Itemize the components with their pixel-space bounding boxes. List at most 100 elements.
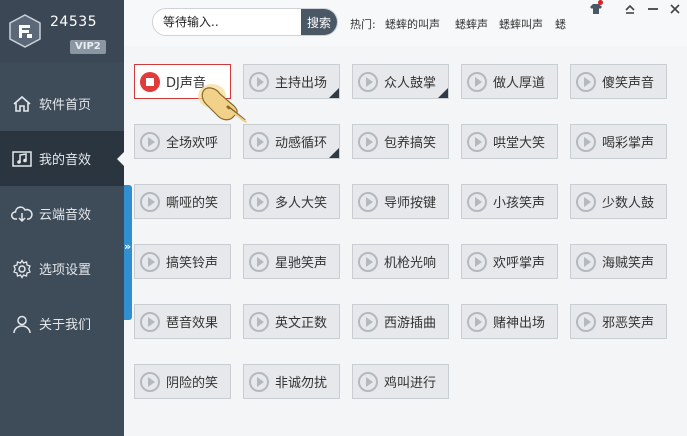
search-input[interactable] [153,9,305,35]
sound-button-label: 小孩笑声 [493,196,546,211]
sound-button[interactable]: 琶音效果 [134,304,231,339]
corner-marker-icon [329,148,339,158]
sound-button-label: 欢呼掌声 [493,256,546,271]
sound-button-label: 动感循环 [275,136,328,151]
play-icon [140,131,160,152]
sound-button[interactable]: 全场欢呼 [134,124,231,159]
sound-button-label: 赌神出场 [493,316,546,331]
sound-button-label: 西游插曲 [384,316,437,331]
sound-button-label: 英文正数 [275,316,328,331]
sound-button[interactable]: 西游插曲 [352,304,449,339]
hand-cursor-icon [198,84,247,123]
play-icon [576,191,596,212]
app-logo-icon [9,14,41,48]
hot-link[interactable]: 蟋蟀叫声 [499,16,543,32]
sound-button[interactable]: 赌神出场 [461,304,558,339]
sound-button[interactable]: 海贼笑声 [570,244,667,279]
play-icon [576,311,596,332]
sound-button[interactable]: 邪恶笑声 [570,304,667,339]
user-icon [11,313,33,335]
play-icon [467,311,487,332]
sound-button[interactable]: 鸡叫进行 [352,364,449,399]
play-icon [358,251,378,272]
sidebar-item-label: 选项设置 [39,263,92,278]
cloud-download-icon [11,203,33,225]
sound-button[interactable]: 嘶哑的笑 [134,184,231,219]
sound-button-label: 非诚勿扰 [275,376,328,391]
sidebar-item-settings[interactable]: 选项设置 [0,241,124,296]
play-icon [140,191,160,212]
sound-button[interactable]: 喝彩掌声 [570,124,667,159]
play-icon [358,71,378,92]
sound-button[interactable]: 动感循环 [243,124,340,159]
sound-button-label: 阴险的笑 [166,376,219,391]
active-indicator [117,150,125,167]
sound-button-label: 嘶哑的笑 [166,196,219,211]
play-icon [140,311,160,332]
search-button[interactable]: 搜索 [301,9,337,35]
sound-button-label: 少数人鼓 [602,196,655,211]
play-icon [249,71,269,92]
play-icon [249,251,269,272]
sound-button-label: 多人大笑 [275,196,328,211]
sound-button[interactable]: 阴险的笑 [134,364,231,399]
play-icon [467,131,487,152]
sound-button-label: 哄堂大笑 [493,136,546,151]
play-icon [467,191,487,212]
sidebar: 24535 VIP2 软件首页 我的音效 云端音效 选项设置 关于我们 [0,0,125,436]
sound-button[interactable]: 包养搞笑 [352,124,449,159]
sound-button-label: 海贼笑声 [602,256,655,271]
sound-button-label: 琶音效果 [166,316,219,331]
sound-button[interactable]: 少数人鼓 [570,184,667,219]
sound-button-label: 鸡叫进行 [384,376,437,391]
sound-button[interactable]: 主持出场 [243,64,340,99]
sound-button-label: 包养搞笑 [384,136,437,151]
sound-button[interactable]: 机枪光响 [352,244,449,279]
sound-button[interactable]: 哄堂大笑 [461,124,558,159]
sidebar-item-label: 云端音效 [39,208,92,223]
sound-button[interactable]: 傻笑声音 [570,64,667,99]
sound-button[interactable]: 非诚勿扰 [243,364,340,399]
play-icon [249,311,269,332]
play-icon [249,191,269,212]
sidebar-item-about[interactable]: 关于我们 [0,296,124,351]
sound-button-label: 星驰笑声 [275,256,328,271]
logo-area: 24535 VIP2 [0,0,124,62]
hot-link[interactable]: 蟋 [555,16,566,32]
stop-icon [140,71,160,92]
hot-link[interactable]: 蟋蟀声 [455,16,488,32]
hot-link[interactable]: 蟋蟀的叫声 [385,16,440,32]
play-icon [467,71,487,92]
gear-icon [11,258,33,280]
sidebar-item-my-sounds[interactable]: 我的音效 [0,131,125,186]
sound-button[interactable]: 英文正数 [243,304,340,339]
user-id: 24535 [50,14,98,30]
play-icon [576,71,596,92]
play-icon [358,131,378,152]
close-icon[interactable] [667,2,683,16]
sound-button[interactable]: 做人厚道 [461,64,558,99]
sound-button[interactable]: 小孩笑声 [461,184,558,219]
sound-button[interactable]: 众人鼓掌 [352,64,449,99]
sidebar-item-home[interactable]: 软件首页 [0,76,124,131]
sound-button[interactable]: 搞笑铃声 [134,244,231,279]
sidebar-item-label: 关于我们 [39,318,92,333]
play-icon [140,371,160,392]
sound-button[interactable]: 导师按键 [352,184,449,219]
corner-marker-icon [438,88,448,98]
sound-button[interactable]: 欢呼掌声 [461,244,558,279]
vip-badge: VIP2 [70,40,106,54]
maximize-icon[interactable] [645,2,661,16]
sound-button[interactable]: 星驰笑声 [243,244,340,279]
sound-button[interactable]: 多人大笑 [243,184,340,219]
sound-button-label: 全场欢呼 [166,136,219,151]
play-icon [467,251,487,272]
home-icon [11,93,33,115]
sound-button-label: 众人鼓掌 [384,76,437,91]
play-icon [358,191,378,212]
sound-button-label: 喝彩掌声 [602,136,655,151]
sound-button-label: 导师按键 [384,196,437,211]
minimize-icon[interactable] [622,2,638,16]
hot-label: 热门: [350,18,376,31]
sidebar-item-cloud-sounds[interactable]: 云端音效 [0,186,124,241]
